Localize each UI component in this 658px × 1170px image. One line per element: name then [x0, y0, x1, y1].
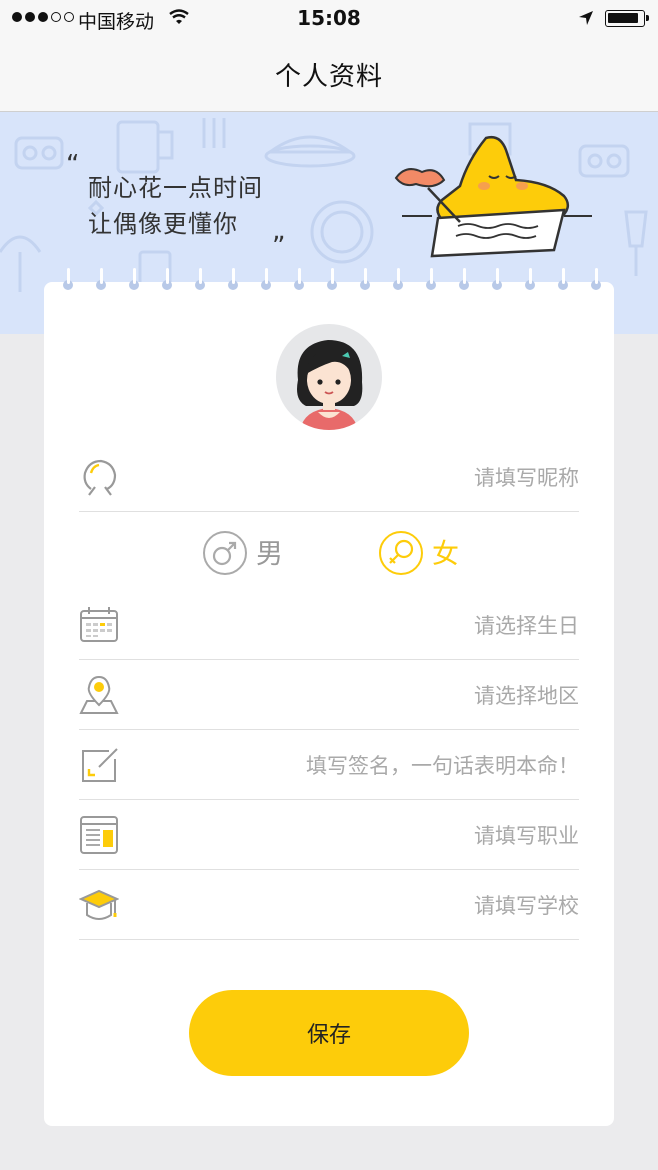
notebook-ring: [293, 268, 305, 294]
avatar[interactable]: [276, 324, 382, 430]
notebook-ring: [227, 268, 239, 294]
school-field[interactable]: 请填写学校: [474, 890, 579, 920]
nickname-row[interactable]: 请填写昵称: [79, 442, 579, 512]
notebook-ring: [161, 268, 173, 294]
school-row[interactable]: 请填写学校: [79, 870, 579, 940]
notebook-ring: [557, 268, 569, 294]
notebook-ring: [359, 268, 371, 294]
save-button[interactable]: 保存: [189, 990, 469, 1076]
graduation-cap-icon: [79, 889, 119, 920]
quote-close-mark: „: [272, 216, 286, 246]
region-field[interactable]: 请选择地区: [474, 680, 579, 710]
edit-note-icon: [82, 748, 118, 782]
birthday-field[interactable]: 请选择生日: [474, 610, 579, 640]
notebook-rings: [44, 268, 614, 312]
job-card-icon: [80, 816, 118, 854]
user-head-icon: [83, 459, 117, 496]
notebook-ring: [458, 268, 470, 294]
notebook-ring: [95, 268, 107, 294]
notebook-ring: [392, 268, 404, 294]
location-arrow-icon: [579, 11, 593, 25]
gender-female-option[interactable]: 女: [378, 524, 478, 584]
nickname-field[interactable]: 请填写昵称: [474, 462, 579, 492]
notebook-ring: [62, 268, 74, 294]
battery-icon: [605, 10, 649, 27]
male-icon: [203, 531, 247, 575]
notebook-ring: [194, 268, 206, 294]
banner-slogan-line2: 让偶像更懂你: [88, 210, 238, 238]
gender-male-option[interactable]: 男: [202, 524, 302, 584]
notebook-ring: [590, 268, 602, 294]
quote-open-mark: “: [66, 150, 80, 180]
star-mascot-illustration: [394, 136, 592, 258]
notebook-ring: [491, 268, 503, 294]
profile-card: 请填写昵称 男 女 请选择生日 请选择地区 填写签名，一句话表明本命！ 请填写职…: [44, 268, 614, 1126]
banner-slogan-line1: 耐心花一点时间: [88, 174, 263, 202]
status-bar: 中国移动 15:08: [0, 0, 658, 38]
notebook-ring: [425, 268, 437, 294]
avatar-illustration: [297, 340, 363, 430]
occupation-field[interactable]: 请填写职业: [474, 820, 579, 850]
gender-female-label: 女: [432, 539, 459, 570]
signature-field[interactable]: 填写签名，一句话表明本命！: [306, 750, 579, 780]
status-time: 15:08: [297, 6, 361, 30]
female-icon: [379, 531, 423, 575]
notebook-ring: [326, 268, 338, 294]
region-row[interactable]: 请选择地区: [79, 660, 579, 730]
calendar-icon: [80, 607, 118, 642]
signature-row[interactable]: 填写签名，一句话表明本命！: [79, 730, 579, 800]
map-pin-icon: [79, 675, 119, 714]
occupation-row[interactable]: 请填写职业: [79, 800, 579, 870]
notebook-ring: [524, 268, 536, 294]
notebook-ring: [260, 268, 272, 294]
birthday-row[interactable]: 请选择生日: [79, 590, 579, 660]
gender-male-label: 男: [256, 539, 283, 570]
page-title: 个人资料: [274, 62, 383, 92]
navigation-bar: 个人资料: [0, 38, 658, 112]
notebook-ring: [128, 268, 140, 294]
